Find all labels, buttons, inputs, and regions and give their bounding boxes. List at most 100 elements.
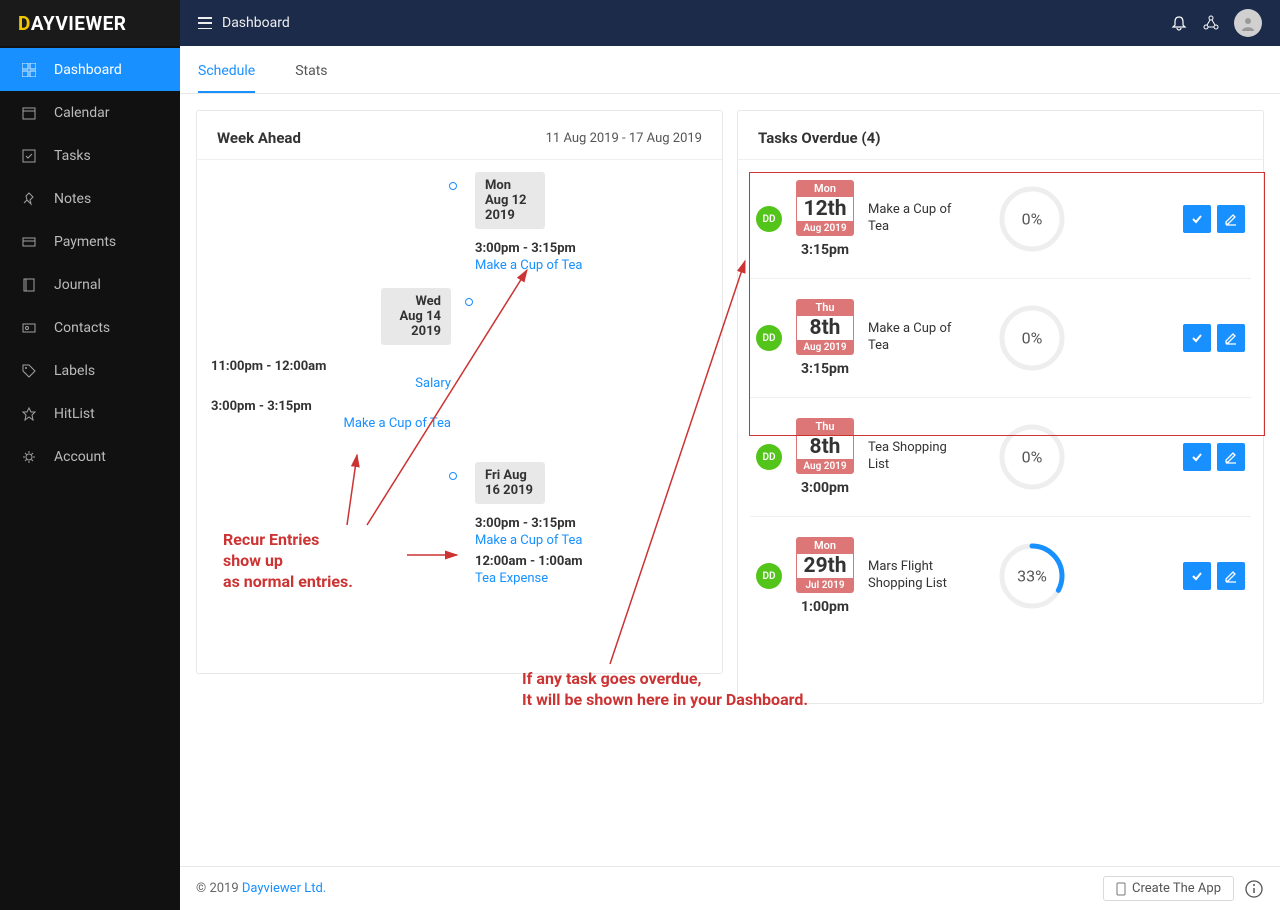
- sidebar-item-contacts[interactable]: Contacts: [0, 306, 180, 349]
- event-link[interactable]: Tea Expense: [475, 571, 583, 586]
- task-title: Make a Cup of Tea: [868, 321, 958, 355]
- date-time: 1:00pm: [796, 599, 854, 615]
- event-link[interactable]: Make a Cup of Tea: [211, 416, 471, 431]
- date-time: 3:15pm: [796, 361, 854, 377]
- hamburger-icon[interactable]: [198, 17, 212, 29]
- sidebar-item-label: Journal: [54, 277, 101, 293]
- overdue-row: DD Thu 8th Aug 2019 3:00pm Tea Shopping …: [750, 398, 1251, 517]
- complete-button[interactable]: [1183, 324, 1211, 352]
- sidebar-item-hitlist[interactable]: HitList: [0, 392, 180, 435]
- event-time: 3:00pm - 3:15pm: [475, 516, 583, 531]
- main: Schedule Stats Week Ahead 11 Aug 2019 - …: [180, 46, 1280, 866]
- complete-button[interactable]: [1183, 205, 1211, 233]
- footer-copyright-text: © 2019: [196, 881, 242, 896]
- overdue-title: Tasks Overdue (4): [758, 129, 880, 147]
- sidebar-item-tasks[interactable]: Tasks: [0, 134, 180, 177]
- create-app-label: Create The App: [1132, 881, 1221, 896]
- progress-label: 0%: [1022, 448, 1043, 467]
- topbar: Dashboard: [180, 0, 1280, 46]
- bullet-icon: [449, 182, 457, 190]
- check-square-icon: [22, 149, 36, 163]
- week-ahead-range: 11 Aug 2019 - 17 Aug 2019: [546, 131, 702, 146]
- share-icon[interactable]: [1202, 14, 1220, 32]
- date-month: Aug 2019: [796, 340, 854, 355]
- date-card: Thu 8th Aug 2019 3:15pm: [796, 299, 854, 377]
- bell-icon[interactable]: [1170, 14, 1188, 32]
- week-ahead-title: Week Ahead: [217, 129, 301, 147]
- mobile-icon: [1116, 882, 1126, 896]
- topbar-right: [1170, 9, 1262, 37]
- logo-d: D: [18, 12, 31, 35]
- progress-circle: 0%: [998, 304, 1066, 372]
- sidebar-item-label: Payments: [54, 234, 116, 250]
- event-link[interactable]: Salary: [211, 376, 471, 391]
- event-time: 11:00pm - 12:00am: [211, 359, 471, 374]
- sidebar-item-labels[interactable]: Labels: [0, 349, 180, 392]
- date-month: Jul 2019: [796, 578, 854, 593]
- date-card: Mon 12th Aug 2019 3:15pm: [796, 180, 854, 258]
- progress-label: 0%: [1022, 329, 1043, 348]
- sidebar-item-dashboard[interactable]: Dashboard: [0, 48, 180, 91]
- book-icon: [22, 278, 36, 292]
- tab-stats[interactable]: Stats: [295, 53, 327, 93]
- overdue-row: DD Mon 12th Aug 2019 3:15pm Make a Cup o…: [750, 160, 1251, 279]
- edit-button[interactable]: [1217, 562, 1245, 590]
- sidebar-item-journal[interactable]: Journal: [0, 263, 180, 306]
- nav: Dashboard Calendar Tasks Notes Payments …: [0, 46, 180, 478]
- sidebar-item-label: Notes: [54, 191, 91, 207]
- logo[interactable]: DAYVIEWER: [0, 0, 180, 46]
- complete-button[interactable]: [1183, 562, 1211, 590]
- logo-rest: AYVIEWER: [31, 12, 127, 35]
- tab-schedule[interactable]: Schedule: [198, 53, 255, 93]
- tag-icon: [22, 364, 36, 378]
- avatar[interactable]: [1234, 9, 1262, 37]
- edit-button[interactable]: [1217, 205, 1245, 233]
- date-card: Mon 29th Jul 2019 1:00pm: [796, 537, 854, 615]
- date-month: Aug 2019: [796, 459, 854, 474]
- event-time: 12:00am - 1:00am: [475, 554, 583, 569]
- create-app-button[interactable]: Create The App: [1103, 876, 1234, 901]
- sidebar-item-payments[interactable]: Payments: [0, 220, 180, 263]
- date-num: 12th: [796, 197, 854, 221]
- info-icon[interactable]: [1244, 879, 1264, 899]
- task-actions: [1183, 443, 1245, 471]
- task-title: Make a Cup of Tea: [868, 202, 958, 236]
- sidebar-item-label: Calendar: [54, 105, 110, 121]
- footer-link[interactable]: Dayviewer Ltd.: [242, 881, 326, 896]
- event-link[interactable]: Make a Cup of Tea: [475, 258, 582, 273]
- sidebar-item-label: Account: [54, 449, 106, 465]
- sidebar-item-label: Contacts: [54, 320, 110, 336]
- sidebar-item-calendar[interactable]: Calendar: [0, 91, 180, 134]
- event-date: Mon Aug 12 2019: [475, 172, 545, 229]
- progress-circle: 33%: [998, 542, 1066, 610]
- sidebar-item-notes[interactable]: Notes: [0, 177, 180, 220]
- overdue-row: DD Mon 29th Jul 2019 1:00pm Mars Flight …: [750, 517, 1251, 635]
- card-week-ahead: Week Ahead 11 Aug 2019 - 17 Aug 2019 Mon…: [196, 110, 723, 674]
- sidebar-item-label: Tasks: [54, 148, 91, 164]
- overdue-row: DD Thu 8th Aug 2019 3:15pm Make a Cup of…: [750, 279, 1251, 398]
- sidebar-item-account[interactable]: Account: [0, 435, 180, 478]
- event-date: Fri Aug 16 2019: [475, 462, 545, 504]
- bullet-icon: [449, 472, 457, 480]
- complete-button[interactable]: [1183, 443, 1211, 471]
- card-header: Week Ahead 11 Aug 2019 - 17 Aug 2019: [197, 111, 722, 160]
- event-group: Mon Aug 12 2019 3:00pm - 3:15pm Make a C…: [465, 172, 582, 273]
- date-month: Aug 2019: [796, 221, 854, 236]
- pin-icon: [22, 192, 36, 206]
- dd-badge: DD: [756, 444, 782, 470]
- edit-button[interactable]: [1217, 324, 1245, 352]
- dashboard-icon: [22, 63, 36, 77]
- date-time: 3:15pm: [796, 242, 854, 258]
- date-time: 3:00pm: [796, 480, 854, 496]
- task-actions: [1183, 324, 1245, 352]
- date-day: Thu: [796, 299, 854, 316]
- edit-button[interactable]: [1217, 443, 1245, 471]
- bullet-icon: [465, 298, 473, 306]
- progress-circle: 0%: [998, 185, 1066, 253]
- event-link[interactable]: Make a Cup of Tea: [475, 533, 583, 548]
- event-date: Wed Aug 14 2019: [381, 288, 451, 345]
- annotation-recur: Recur Entries show up as normal entries.: [223, 530, 353, 592]
- task-title: Tea Shopping List: [868, 440, 958, 474]
- card-tasks-overdue: Tasks Overdue (4) DD Mon 12th Aug 2019 3…: [737, 110, 1264, 704]
- week-body: Mon Aug 12 2019 3:00pm - 3:15pm Make a C…: [197, 160, 722, 650]
